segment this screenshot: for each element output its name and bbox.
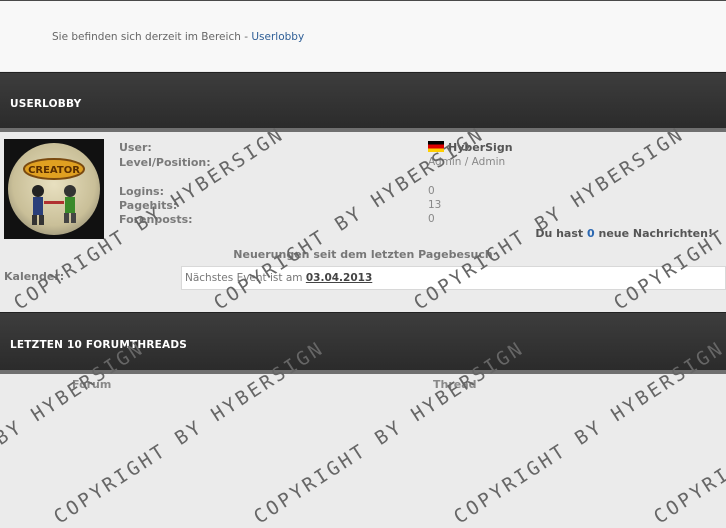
messages-suffix: neue Nachrichten!	[594, 227, 713, 240]
breadcrumb-prefix: Sie befinden sich derzeit im Bereich -	[52, 31, 252, 43]
breadcrumb: Sie befinden sich derzeit im Bereich - U…	[52, 31, 304, 43]
avatar: CREATOR	[4, 139, 104, 239]
kalender-date-link[interactable]: 03.04.2013	[306, 272, 372, 284]
avatar-logo-text: CREATOR	[28, 165, 80, 176]
logins-value: 0	[428, 185, 435, 197]
label-level: Level/Position:	[119, 156, 211, 169]
messages-notice: Du hast 0 neue Nachrichten!	[535, 227, 713, 240]
pagehits-value: 13	[428, 199, 442, 211]
userlobby-title: USERLOBBY	[10, 98, 82, 110]
label-logins: Logins:	[119, 185, 164, 198]
top-info-bar: Sie befinden sich derzeit im Bereich - U…	[0, 0, 726, 71]
userlobby-header: USERLOBBY	[0, 72, 726, 132]
messages-count-link[interactable]: 0	[587, 227, 595, 240]
breadcrumb-link-userlobby[interactable]: Userlobby	[251, 31, 304, 43]
forumthreads-title: LETZTEN 10 FORUMTHREADS	[10, 339, 188, 351]
forenposts-value: 0	[428, 213, 435, 225]
label-user: User:	[119, 141, 152, 154]
